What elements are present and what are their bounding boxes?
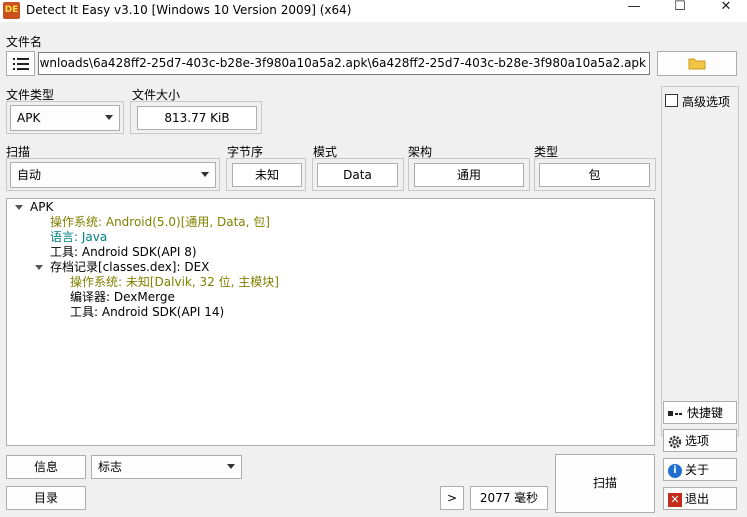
type-value: 包 (539, 163, 650, 187)
os-value: Android(5.0)[通用, Data, 包] (105, 215, 270, 229)
exit-label: 退出 (685, 492, 710, 506)
minimize-button[interactable]: — (614, 0, 654, 18)
open-file-button[interactable] (657, 51, 737, 76)
next-button[interactable]: > (440, 486, 464, 510)
app-icon: DE (3, 2, 20, 19)
title-bar: DE Detect It Easy v3.10 [Windows 10 Vers… (0, 0, 747, 22)
chevron-down-icon (105, 115, 113, 120)
file-type-select[interactable]: APK (10, 105, 120, 131)
arch-value: 通用 (414, 163, 524, 187)
file-name-label: 文件名 (6, 35, 43, 49)
mode-value: Data (317, 163, 398, 187)
tree-node-compiler[interactable]: 编译器: DexMerge (70, 290, 175, 305)
file-path-input[interactable]: :\Users\21257\Downloads\6a428ff2-25d7-40… (38, 52, 650, 75)
lang-label: 语言: (50, 230, 82, 244)
tree-node-sub-os[interactable]: 操作系统: 未知[Dalvik, 32 位, 主模块] (70, 275, 279, 290)
shortcuts-label: 快捷键 (687, 406, 724, 420)
chevron-down-icon (227, 464, 235, 469)
tree-node-sub-tool[interactable]: 工具: Android SDK(API 14) (70, 305, 224, 320)
list-icon (12, 58, 29, 70)
menu-button[interactable] (6, 51, 35, 76)
close-button[interactable]: ✕ (706, 0, 746, 18)
tree-node-root[interactable]: APK (30, 200, 53, 215)
result-tree[interactable]: APK 操作系统: Android(5.0)[通用, Data, 包] 语言: … (6, 198, 655, 446)
advanced-panel (661, 86, 739, 436)
exit-button[interactable]: ✕ 退出 (663, 487, 737, 510)
info-button[interactable]: 信息 (6, 455, 86, 479)
expand-icon[interactable] (35, 265, 43, 270)
advanced-checkbox[interactable] (665, 94, 678, 107)
tree-node-os[interactable]: 操作系统: Android(5.0)[通用, Data, 包] (50, 215, 270, 230)
tree-node-archive[interactable]: 存档记录[classes.dex]: DEX (50, 260, 209, 275)
expand-icon[interactable] (15, 205, 23, 210)
sub-os-label: 操作系统: (70, 275, 126, 289)
os-label: 操作系统: (50, 215, 106, 229)
directory-button[interactable]: 目录 (6, 486, 86, 510)
options-button[interactable]: 选项 (663, 429, 737, 452)
gear-icon (668, 435, 682, 448)
sub-os-value: 未知[Dalvik, 32 位, 主模块] (125, 275, 279, 289)
scan-value: 自动 (17, 168, 42, 182)
lang-value: Java (81, 230, 108, 244)
folder-icon (688, 58, 706, 70)
file-type-value: APK (17, 111, 41, 125)
tree-node-language[interactable]: 语言: Java (50, 230, 107, 245)
file-size-value: 813.77 KiB (137, 106, 257, 130)
endianness-value: 未知 (232, 163, 302, 187)
file-path-text: :\Users\21257\Downloads\6a428ff2-25d7-40… (39, 56, 646, 70)
advanced-label: 高级选项 (682, 95, 731, 109)
keyboard-icon (668, 410, 684, 418)
window-title: Detect It Easy v3.10 [Windows 10 Version… (26, 3, 352, 17)
scan-button[interactable]: 扫描 (555, 454, 655, 513)
about-label: 关于 (685, 463, 710, 477)
tree-node-tool[interactable]: 工具: Android SDK(API 8) (50, 245, 197, 260)
shortcuts-button[interactable]: 快捷键 (663, 401, 737, 424)
about-button[interactable]: i 关于 (663, 458, 737, 481)
scan-select[interactable]: 自动 (10, 162, 216, 188)
options-label: 选项 (685, 434, 710, 448)
flags-select[interactable]: 标志 (91, 455, 242, 479)
chevron-down-icon (201, 172, 209, 177)
info-icon: i (668, 463, 682, 478)
flags-value: 标志 (98, 460, 123, 474)
scan-time: 2077 毫秒 (470, 486, 548, 510)
exit-icon: ✕ (668, 492, 682, 507)
maximize-button[interactable]: ☐ (660, 0, 700, 18)
